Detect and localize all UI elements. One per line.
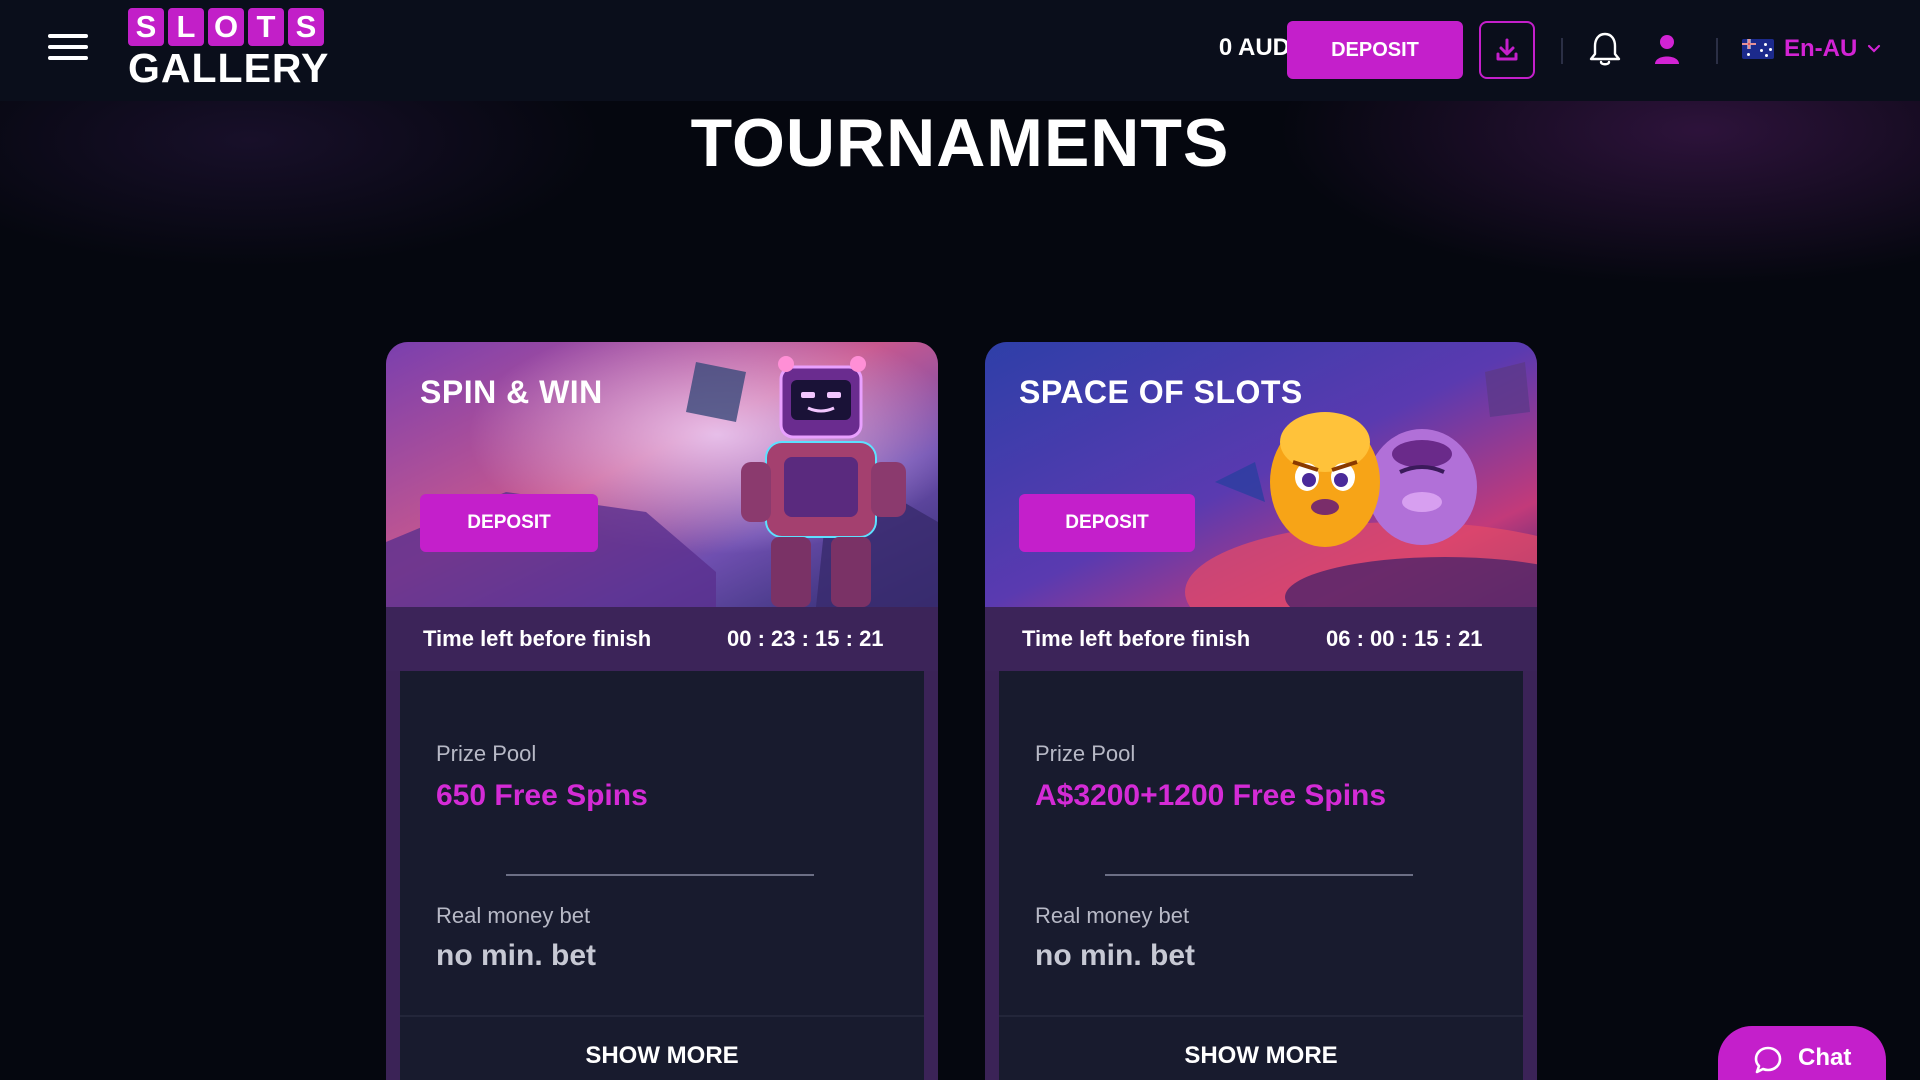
- bet-label: Real money bet: [436, 903, 591, 928]
- chat-label: Chat: [1798, 1044, 1852, 1071]
- logo-wordmark: GALLERY: [128, 45, 330, 91]
- prize-pool-label: Prize Pool: [1035, 741, 1136, 766]
- timer-bar: Time left before finish 06 : 00 : 15 : 2…: [985, 607, 1537, 671]
- tournament-card: SPACE OF SLOTS DEPOSIT Time left before …: [985, 342, 1537, 1080]
- chat-button[interactable]: Chat: [1718, 1026, 1886, 1080]
- tournament-title: SPACE OF SLOTS: [1019, 374, 1303, 410]
- download-button[interactable]: [1479, 21, 1535, 79]
- logo-tile: S: [128, 8, 164, 46]
- prize-pool-label: Prize Pool: [436, 741, 537, 766]
- australia-flag-icon: [1742, 39, 1774, 59]
- bet-value: no min. bet: [436, 939, 596, 972]
- timer-value: 06 : 00 : 15 : 21: [1326, 626, 1483, 651]
- logo-tiles: S L O T S: [128, 8, 328, 46]
- show-more-button[interactable]: SHOW MORE: [400, 1015, 924, 1080]
- tournament-card: SPIN & WIN DEPOSIT Time left before fini…: [386, 342, 938, 1080]
- divider: [506, 874, 814, 876]
- bet-value: no min. bet: [1035, 939, 1195, 972]
- chevron-down-icon: [1868, 44, 1881, 53]
- logo-tile: O: [208, 8, 244, 46]
- header-divider: [1716, 38, 1718, 64]
- header-divider: [1561, 38, 1563, 64]
- slots-gallery-logo[interactable]: S L O T S GALLERY: [128, 8, 328, 94]
- divider: [1105, 874, 1413, 876]
- tournament-banner: SPIN & WIN DEPOSIT: [386, 342, 938, 607]
- page: S L O T S GALLERY 0 AUD DEPOSIT En-AU TO…: [0, 0, 1920, 1080]
- timer-label: Time left before finish: [1022, 626, 1251, 651]
- tournament-details: Prize Pool 650 Free Spins Real money bet…: [400, 671, 924, 1080]
- download-icon: [1496, 38, 1518, 61]
- hamburger-menu-icon[interactable]: [48, 34, 88, 64]
- show-more-button[interactable]: SHOW MORE: [999, 1015, 1523, 1080]
- tournament-details: Prize Pool A$3200+1200 Free Spins Real m…: [999, 671, 1523, 1080]
- page-title: TOURNAMENTS: [690, 105, 1230, 181]
- logo-tile: T: [248, 8, 284, 46]
- logo-tile: L: [168, 8, 204, 46]
- language-selector[interactable]: En-AU: [1742, 32, 1881, 66]
- timer-bar: Time left before finish 00 : 23 : 15 : 2…: [386, 607, 938, 671]
- logo-tile: S: [288, 8, 324, 46]
- balance-display: 0 AUD: [1218, 34, 1290, 61]
- tournament-deposit-button[interactable]: DEPOSIT: [1019, 494, 1195, 552]
- timer-label: Time left before finish: [423, 626, 652, 651]
- tournament-deposit-button[interactable]: DEPOSIT: [420, 494, 598, 552]
- bet-label: Real money bet: [1035, 903, 1190, 928]
- prize-pool-value: A$3200+1200 Free Spins: [1035, 779, 1387, 812]
- tournament-title: SPIN & WIN: [420, 374, 603, 410]
- timer-value: 00 : 23 : 15 : 21: [727, 626, 884, 651]
- language-label: En-AU: [1784, 35, 1858, 62]
- top-header: S L O T S GALLERY 0 AUD DEPOSIT En-AU: [0, 0, 1920, 101]
- chat-bubble-icon: [1754, 1046, 1782, 1074]
- user-icon[interactable]: [1652, 32, 1682, 66]
- tournament-banner: SPACE OF SLOTS DEPOSIT: [985, 342, 1537, 607]
- header-deposit-button[interactable]: DEPOSIT: [1287, 21, 1463, 79]
- bell-icon[interactable]: [1588, 30, 1622, 68]
- prize-pool-value: 650 Free Spins: [436, 779, 648, 812]
